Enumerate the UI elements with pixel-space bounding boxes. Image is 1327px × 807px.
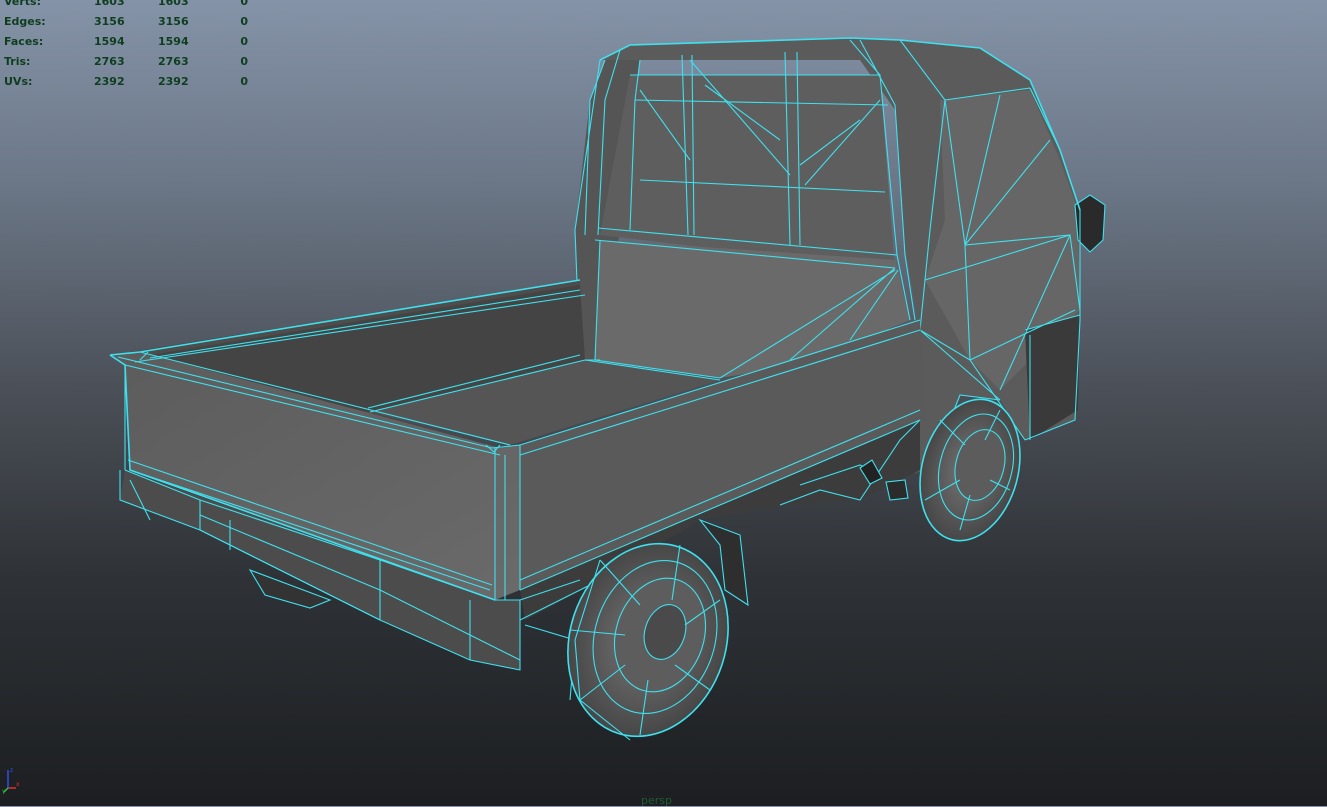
hud-label: Tris: xyxy=(4,55,31,68)
hud-label: Edges: xyxy=(4,15,46,28)
hud-value: 1603 xyxy=(94,0,125,8)
hud-label: UVs: xyxy=(4,75,33,88)
camera-name-label: persp xyxy=(641,794,672,807)
hud-value: 1594 xyxy=(94,35,125,48)
hud-value: 0 xyxy=(240,55,248,68)
hud-value: 2392 xyxy=(158,75,189,88)
hud-row-uvs: UVs: 2392 2392 0 xyxy=(0,72,260,92)
hud-value: 2763 xyxy=(158,55,189,68)
3d-viewport[interactable] xyxy=(0,0,1327,806)
hud-value: 0 xyxy=(240,75,248,88)
hud-label: Verts: xyxy=(4,0,42,8)
axis-y-label: y xyxy=(2,788,6,794)
hud-label: Faces: xyxy=(4,35,44,48)
axis-z-label: z xyxy=(10,767,13,774)
hud-value: 0 xyxy=(240,0,248,8)
hud-value: 2392 xyxy=(94,75,125,88)
axis-x-label: x xyxy=(16,781,20,788)
hud-row-verts: Verts: 1603 1603 0 xyxy=(0,0,260,12)
truck-mesh[interactable] xyxy=(0,0,1327,806)
hud-row-edges: Edges: 3156 3156 0 xyxy=(0,12,260,32)
hud-value: 2763 xyxy=(94,55,125,68)
hud-row-tris: Tris: 2763 2763 0 xyxy=(0,52,260,72)
hud-value: 1594 xyxy=(158,35,189,48)
poly-count-hud: Verts: 1603 1603 0 Edges: 3156 3156 0 Fa… xyxy=(0,0,260,92)
hud-value: 0 xyxy=(240,35,248,48)
hud-row-faces: Faces: 1594 1594 0 xyxy=(0,32,260,52)
hud-value: 3156 xyxy=(158,15,189,28)
hud-value: 3156 xyxy=(94,15,125,28)
hud-value: 1603 xyxy=(158,0,189,8)
hud-value: 0 xyxy=(240,15,248,28)
view-axis-icon: z x y xyxy=(2,767,20,794)
